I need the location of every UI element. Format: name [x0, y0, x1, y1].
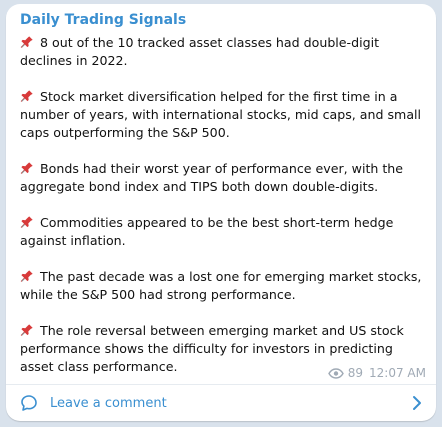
post-time: 12:07 AM [369, 366, 426, 380]
pushpin-icon [20, 34, 38, 52]
comment-bubble-icon [21, 395, 37, 411]
post-body: 8 out of the 10 tracked asset classes ha… [20, 34, 430, 394]
leave-comment-label: Leave a comment [50, 395, 167, 411]
post-item-text: Bonds had their worst year of performanc… [20, 161, 404, 194]
post-item: The past decade was a lost one for emerg… [20, 268, 430, 304]
post-item: Bonds had their worst year of performanc… [20, 160, 430, 196]
post-item: Stock market diversification helped for … [20, 88, 430, 142]
post-item-text: 8 out of the 10 tracked asset classes ha… [20, 35, 380, 68]
message-card: Daily Trading Signals 8 out of the 10 tr… [6, 4, 436, 421]
post-item: 8 out of the 10 tracked asset classes ha… [20, 34, 430, 70]
view-count: 89 [327, 366, 364, 380]
post-item-text: Stock market diversification helped for … [20, 89, 422, 140]
pushpin-icon [20, 88, 38, 106]
pushpin-icon [20, 214, 38, 232]
post-item-text: Commodities appeared to be the best shor… [20, 215, 394, 248]
view-count-value: 89 [347, 366, 364, 380]
pushpin-icon [20, 322, 38, 340]
channel-name[interactable]: Daily Trading Signals [20, 12, 186, 28]
post-item-text: The past decade was a lost one for emerg… [20, 269, 422, 302]
pushpin-icon [20, 268, 38, 286]
pushpin-icon [20, 160, 38, 178]
leave-comment-button[interactable]: Leave a comment [6, 385, 436, 421]
post-meta: 89 12:07 AM [327, 366, 426, 380]
post-item: Commodities appeared to be the best shor… [20, 214, 430, 250]
chevron-right-icon [413, 396, 421, 410]
eye-icon [327, 367, 344, 379]
